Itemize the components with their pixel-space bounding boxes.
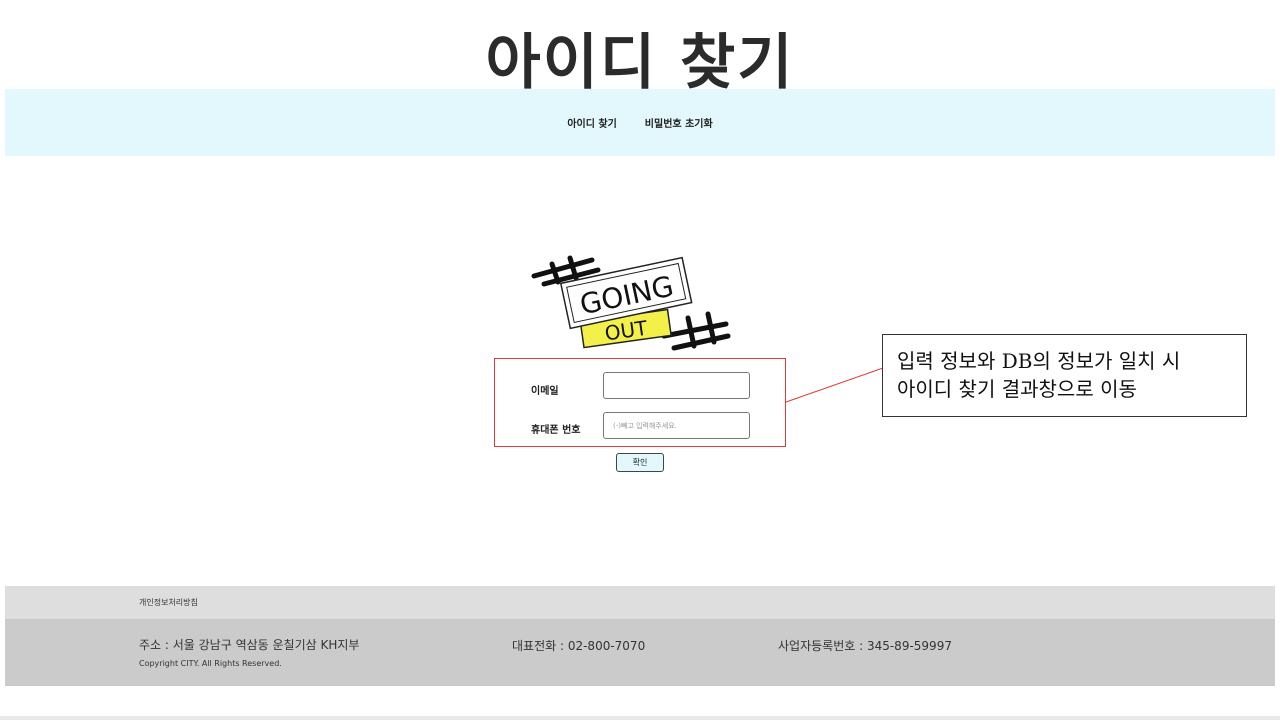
footer-copyright: Copyright CITY. All Rights Reserved.	[139, 659, 282, 668]
tie	[685, 315, 697, 349]
find-id-form: 이메일 휴대폰 번호	[494, 358, 786, 447]
privacy-policy-link[interactable]: 개인정보처리방침	[139, 597, 198, 608]
footer-address: 주소 : 서울 강남구 역삼동 운칠기삼 KH지부	[139, 638, 360, 652]
bottom-strip	[0, 716, 1280, 720]
top-nav: 아이디 찾기 비밀번호 초기화	[5, 89, 1275, 156]
phone-label: 휴대폰 번호	[531, 425, 581, 436]
annotation-callout: 입력 정보와 DB의 정보가 일치 시 아이디 찾기 결과창으로 이동	[882, 334, 1247, 417]
footer-business-no: 사업자등록번호 : 345-89-59997	[778, 639, 952, 653]
email-label: 이메일	[531, 386, 559, 397]
going-out-logo: OUT GOING	[531, 255, 731, 351]
footer-phone: 대표전화 : 02-800-7070	[512, 639, 646, 653]
phone-input[interactable]	[603, 412, 750, 439]
footer-bottom: 주소 : 서울 강남구 역삼동 운칠기삼 KH지부 대표전화 : 02-800-…	[5, 619, 1275, 686]
rail-bottom-2	[671, 333, 731, 351]
callout-line-2: 아이디 찾기 결과창으로 이동	[897, 377, 1137, 401]
email-input[interactable]	[603, 372, 750, 399]
page-title: 아이디 찾기	[485, 28, 795, 98]
nav-reset-password[interactable]: 비밀번호 초기화	[645, 115, 713, 130]
rail-bottom	[661, 321, 729, 339]
callout-line-1: 입력 정보와 DB의 정보가 일치 시	[897, 349, 1181, 373]
confirm-button[interactable]: 확인	[616, 453, 664, 472]
nav-find-id[interactable]: 아이디 찾기	[567, 115, 616, 130]
footer-top: 개인정보처리방침	[5, 586, 1275, 619]
